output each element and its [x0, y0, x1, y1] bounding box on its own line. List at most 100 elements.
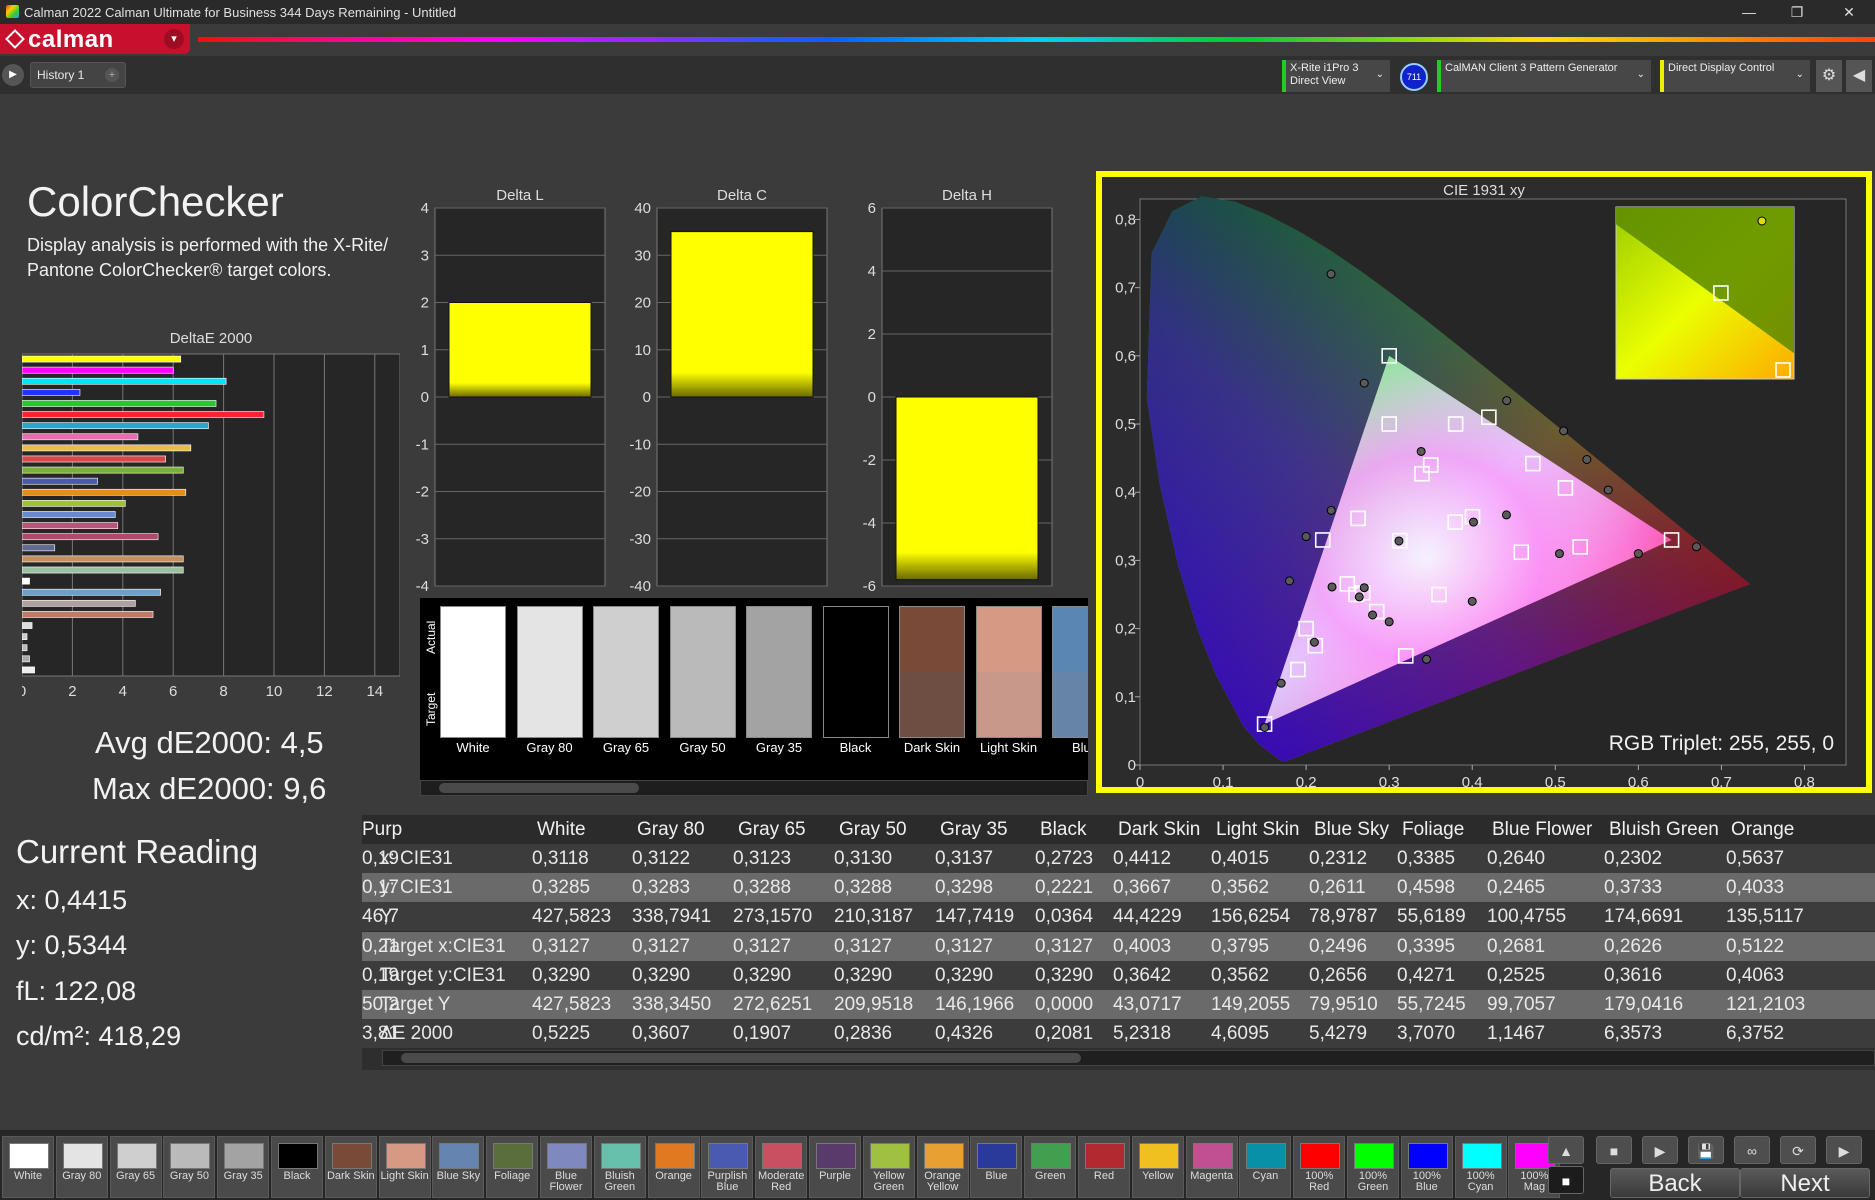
- patch-button[interactable]: Green: [1024, 1136, 1077, 1198]
- patch-button[interactable]: Orange: [647, 1136, 700, 1198]
- patch-button[interactable]: Purple: [809, 1136, 861, 1198]
- table-cell: 0,3562: [1211, 964, 1270, 986]
- patch-label-line: Yellow: [1142, 1170, 1174, 1182]
- meter-selector[interactable]: X-Rite i1Pro 3 Direct View ⌄: [1282, 60, 1390, 92]
- save-icon[interactable]: 💾: [1688, 1136, 1724, 1164]
- loop-icon[interactable]: ∞: [1734, 1136, 1770, 1164]
- patch-button[interactable]: Blue Flower: [540, 1136, 592, 1198]
- patch-label-line: Black: [283, 1170, 311, 1182]
- patch-button[interactable]: Bluish Green: [593, 1136, 646, 1198]
- patch-button[interactable]: Blue: [970, 1136, 1023, 1198]
- table-cell: 0,2312: [1309, 848, 1368, 869]
- table-row: y: CIE31 0,3285 0,3283 0,3288 0,3288 0,3298 0,…: [362, 873, 1875, 903]
- patch-button[interactable]: Purplish Blue: [701, 1136, 754, 1198]
- actual-swatch: [1053, 607, 1088, 672]
- patch-button[interactable]: Yellow: [1131, 1136, 1184, 1198]
- patch-label: Red: [1079, 1171, 1129, 1182]
- table-cell: 0,3562: [1211, 877, 1270, 899]
- patch-button[interactable]: 100% Cyan: [1454, 1136, 1507, 1198]
- collapse-icon[interactable]: ◀: [1846, 60, 1872, 92]
- patch-label: Gray 50: [164, 1171, 214, 1182]
- patch-color: [1031, 1143, 1072, 1169]
- actual-point: [1633, 549, 1643, 559]
- patch-button[interactable]: Moderate Red: [755, 1136, 808, 1198]
- stop-button[interactable]: ■: [1548, 1166, 1584, 1194]
- patch-button[interactable]: White: [2, 1136, 54, 1198]
- table-scrollbar[interactable]: [382, 1050, 1875, 1066]
- table-cell: 0,0364: [1035, 906, 1094, 928]
- next-button[interactable]: Next: [1740, 1168, 1870, 1198]
- patch-button[interactable]: Gray 50: [163, 1136, 216, 1198]
- deltae-bar: [22, 411, 265, 418]
- swatch-pair: [975, 606, 1042, 738]
- patch-button[interactable]: Cyan: [1239, 1136, 1292, 1198]
- swatch-pair: [746, 606, 812, 738]
- y-tick-label: 10: [634, 342, 651, 359]
- deltae-title: DeltaE 2000: [170, 330, 253, 347]
- gear-icon[interactable]: ⚙: [1816, 60, 1842, 92]
- patch-button[interactable]: Foliage: [486, 1136, 539, 1198]
- table-cell: 174,6691: [1604, 906, 1684, 928]
- minimize-button[interactable]: —: [1726, 0, 1772, 24]
- pattern-generator-selector[interactable]: CalMAN Client 3 Pattern Generator ⌄: [1437, 60, 1651, 92]
- deltae-2000-chart: DeltaE 2000 0 2 4 6 8 10 12 14: [22, 330, 400, 698]
- cie-title: CIE 1931 xy: [1443, 182, 1525, 199]
- y-tick-label: 20: [634, 295, 651, 312]
- stop-measure-button[interactable]: ■: [1596, 1136, 1632, 1164]
- reading-y: y: 0,5344: [16, 930, 128, 960]
- patch-button[interactable]: Magenta: [1185, 1136, 1238, 1198]
- patch-label-line: Purple: [819, 1170, 851, 1182]
- patch-label: Bluish Green: [595, 1171, 645, 1193]
- scroll-up-icon[interactable]: ▲: [1548, 1136, 1584, 1164]
- swatch-pair: [899, 606, 965, 738]
- y-tick-label: 0,7: [1115, 280, 1136, 297]
- scroll-thumb[interactable]: [401, 1053, 1081, 1063]
- x-tick-label: 8: [219, 683, 227, 698]
- patch-button[interactable]: Blue Sky: [432, 1136, 485, 1198]
- patch-button[interactable]: Dark Skin: [324, 1136, 377, 1198]
- patch-button[interactable]: Black: [271, 1136, 323, 1198]
- swatch-scrollbar[interactable]: [420, 780, 1088, 796]
- deltae-bar: [22, 544, 56, 552]
- actual-point: [1276, 678, 1286, 688]
- calman-logo-menu[interactable]: calman ▾: [0, 24, 190, 54]
- patch-button[interactable]: Gray 80: [55, 1136, 108, 1198]
- patch-button[interactable]: Light Skin: [378, 1136, 431, 1198]
- close-button[interactable]: ✕: [1826, 0, 1872, 24]
- patch-button[interactable]: Red: [1078, 1136, 1130, 1198]
- refresh-icon[interactable]: ⟳: [1780, 1136, 1816, 1164]
- patch-color: [1407, 1143, 1448, 1169]
- patch-label: Light Skin: [380, 1171, 430, 1182]
- display-control-selector[interactable]: Direct Display Control ⌄: [1660, 60, 1810, 92]
- table-cell: 0,4598: [1397, 877, 1456, 899]
- patch-button[interactable]: 100% Red: [1293, 1136, 1346, 1198]
- table-cell: 0,3395: [1397, 935, 1456, 957]
- patch-button[interactable]: Yellow Green: [862, 1136, 915, 1198]
- patch-button[interactable]: Orange Yellow: [916, 1136, 969, 1198]
- patch-label: Orange Yellow: [918, 1171, 968, 1193]
- patch-label-line: Cyan: [1467, 1181, 1494, 1193]
- patch-button[interactable]: 100% Green: [1347, 1136, 1399, 1198]
- patch-label-line: Red: [1093, 1170, 1115, 1182]
- deltae-bar: [22, 666, 35, 674]
- back-button[interactable]: Back: [1610, 1168, 1740, 1198]
- play-next-icon[interactable]: ▶: [1826, 1136, 1862, 1164]
- delta-chart-title: Delta C: [717, 187, 767, 204]
- delta-chart-title: Delta L: [496, 187, 544, 204]
- patch-button[interactable]: Gray 35: [217, 1136, 270, 1198]
- maximize-button[interactable]: ❐: [1774, 0, 1820, 24]
- tab-history-1[interactable]: History 1 +: [30, 62, 126, 88]
- patch-button[interactable]: Gray 65: [109, 1136, 162, 1198]
- play-icon[interactable]: ▶: [2, 64, 24, 86]
- add-tab-icon[interactable]: +: [105, 68, 119, 82]
- chevron-down-icon[interactable]: ▾: [164, 29, 184, 49]
- scroll-thumb[interactable]: [439, 783, 639, 793]
- patch-label: Purplish Blue: [702, 1171, 752, 1193]
- patch-label-line: 100% Red: [1305, 1170, 1334, 1193]
- patch-button[interactable]: 100% Blue: [1400, 1136, 1453, 1198]
- column-header: Dark Skin: [1118, 819, 1201, 840]
- deltae-bar: [22, 366, 174, 374]
- play-measure-button[interactable]: ▶: [1642, 1136, 1678, 1164]
- swatch-label: Gray 65: [602, 740, 650, 755]
- swatch-pair: [822, 606, 889, 738]
